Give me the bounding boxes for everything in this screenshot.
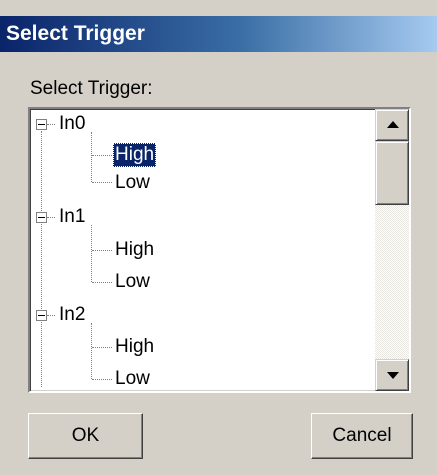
scroll-up-arrow-icon <box>387 121 399 128</box>
scroll-down-arrow-icon <box>387 372 399 379</box>
tree-connector <box>92 347 112 348</box>
tree-node-in2-low[interactable]: Low <box>113 367 152 391</box>
tree-connector <box>92 155 112 156</box>
select-trigger-label: Select Trigger: <box>30 78 153 99</box>
tree-node-in1[interactable]: In1 <box>57 205 87 229</box>
scroll-up-button[interactable] <box>375 109 409 141</box>
tree-content: In0 High Low In1 High Low In2 High Low <box>30 109 377 391</box>
tree-connector <box>92 250 112 251</box>
tree-connector <box>92 282 112 283</box>
ok-button[interactable]: OK <box>28 413 143 459</box>
tree-connector <box>47 315 55 316</box>
tree-node-in0-low[interactable]: Low <box>113 171 152 195</box>
collapse-in1-icon[interactable] <box>36 212 47 223</box>
tree-node-in2[interactable]: In2 <box>57 303 87 327</box>
tree-node-in1-low[interactable]: Low <box>113 270 152 294</box>
tree-root-connector <box>41 131 42 387</box>
tree-connector <box>91 132 92 182</box>
trigger-tree-view[interactable]: In0 High Low In1 High Low In2 High Low <box>28 107 411 393</box>
tree-node-in1-high[interactable]: High <box>113 238 156 262</box>
tree-connector <box>92 379 112 380</box>
tree-node-in2-high[interactable]: High <box>113 335 156 359</box>
scroll-thumb[interactable] <box>375 141 409 205</box>
tree-connector <box>91 225 92 282</box>
tree-node-in0[interactable]: In0 <box>57 112 87 136</box>
dialog-title: Select Trigger <box>6 22 145 45</box>
cancel-button[interactable]: Cancel <box>311 413 413 459</box>
collapse-in0-icon[interactable] <box>36 119 47 130</box>
tree-node-in0-high[interactable]: High <box>113 143 157 167</box>
tree-connector <box>47 217 55 218</box>
tree-connector <box>92 182 112 183</box>
collapse-in2-icon[interactable] <box>36 310 47 321</box>
vertical-scrollbar[interactable] <box>375 109 409 391</box>
title-bar[interactable]: Select Trigger <box>0 16 437 52</box>
scroll-down-button[interactable] <box>375 359 409 391</box>
tree-connector <box>91 323 92 379</box>
select-trigger-dialog: Select Trigger Select Trigger: In0 High … <box>0 0 437 475</box>
tree-connector <box>47 124 55 125</box>
